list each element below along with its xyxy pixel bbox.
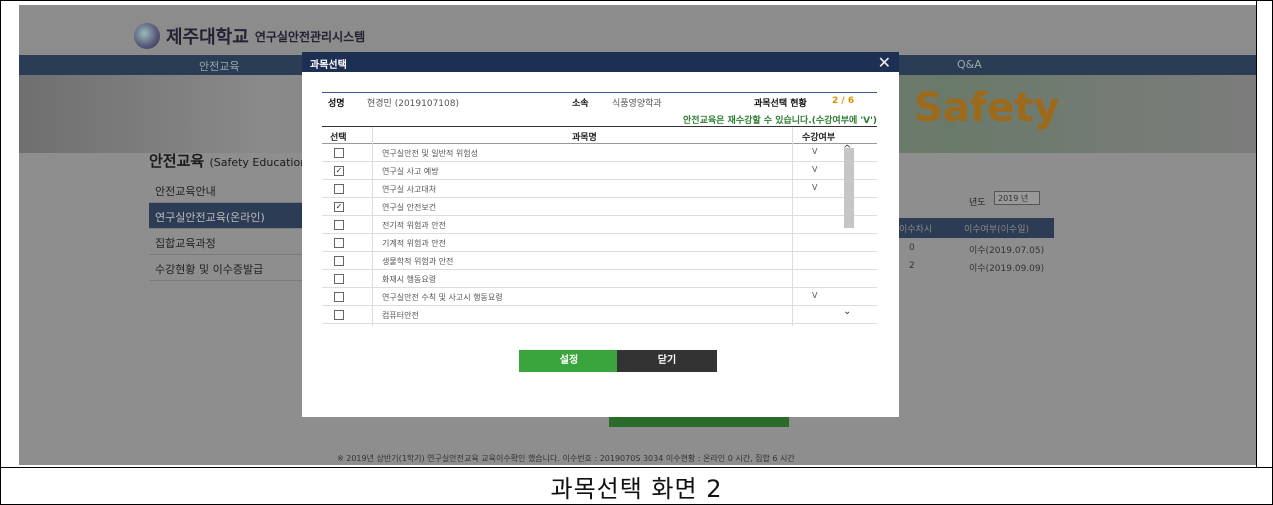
figure-caption: 과목선택 화면 2 [1, 467, 1272, 505]
course-name: 컴퓨터안전 [382, 311, 419, 320]
sidebar-item-online[interactable]: 연구실안전교육(온라인) [149, 203, 319, 229]
course-name: 연구실 안전보건 [382, 203, 437, 212]
course-name: 연구실 사고대처 [382, 185, 437, 194]
history-cell: 0 [909, 243, 915, 253]
course-checkbox[interactable] [334, 310, 344, 320]
name-value: 현경민 (2019107108) [367, 99, 459, 109]
course-name: 기계적 위험과 안전 [382, 239, 446, 248]
close-icon[interactable]: ✕ [878, 53, 891, 72]
history-cell: 이수(2019.07.05) [969, 246, 1045, 256]
student-info: 성명 현경민 (2019107108) 소속 식품영양학과 과목선택 현황 2 … [322, 92, 877, 109]
history-cell: 2 [909, 261, 915, 271]
course-row: 컴퓨터안전 [322, 306, 877, 324]
frame-divider [1256, 1, 1257, 467]
course-name: 전기적 위험과 안전 [382, 221, 446, 230]
course-table-scrollbar[interactable]: ^ ⌄ [842, 126, 856, 326]
university-emblem-icon [134, 23, 160, 49]
course-name: 연구실안전 및 일반적 위험성 [382, 149, 478, 158]
modal-title: 과목선택 [310, 60, 347, 71]
scroll-down-icon[interactable]: ⌄ [843, 306, 851, 317]
course-row: 연구실안전 및 일반적 위험성 V [322, 144, 877, 162]
course-taken: V [812, 147, 818, 156]
course-checkbox[interactable] [334, 292, 344, 302]
logo-text: 제주대학교 [166, 27, 249, 48]
document-frame: 제주대학교 연구실안전관리시스템 안전교육 Q&A Safety 안전교육 (S… [0, 0, 1273, 505]
course-taken: V [812, 183, 818, 192]
history-col-count: 이수차시 [899, 225, 933, 235]
nav-item-qna[interactable]: Q&A [957, 58, 982, 71]
course-row: 화재시 행동요령 [322, 270, 877, 288]
course-name: 연구실안전 수칙 및 사고시 행동요령 [382, 293, 503, 302]
history-cell: 이수(2019.09.09) [969, 264, 1045, 274]
course-row: 연구실안전 수칙 및 사고시 행동요령 V [322, 288, 877, 306]
course-row: ✓ 연구실 안전보건 [322, 198, 877, 216]
course-select-modal: 과목선택 ✕ 성명 현경민 (2019107108) 소속 식품영양학과 과목선… [302, 52, 899, 417]
banner-word: Safety [914, 85, 1060, 131]
dept-label: 소속 [572, 99, 589, 109]
course-row: 기계적 위험과 안전 [322, 234, 877, 252]
course-checkbox[interactable] [334, 256, 344, 266]
sidebar-title: 안전교육 (Safety Education) [149, 150, 311, 171]
screenshot: 제주대학교 연구실안전관리시스템 안전교육 Q&A Safety 안전교육 (S… [19, 5, 1256, 465]
course-checkbox[interactable] [334, 274, 344, 284]
footer-note: ※ 2019년 상반기(1학기) 연구실안전교육 교육이수확인 했습니다. 이수… [337, 454, 795, 463]
retake-notice: 안전교육은 재수강할 수 있습니다.(수강여부에 'V') [683, 116, 877, 126]
name-label: 성명 [328, 99, 345, 109]
course-checkbox[interactable]: ✓ [334, 202, 344, 212]
course-row: 연구실 사고대처 V [322, 180, 877, 198]
course-row: 전기적 위험과 안전 [322, 216, 877, 234]
scrollbar-thumb[interactable] [844, 148, 854, 228]
col-taken: 수강여부 [802, 133, 836, 143]
course-row: ✓ 연구실 사고 예방 V [322, 162, 877, 180]
course-name: 연구실 사고 예방 [382, 167, 439, 176]
course-row: 생물학적 위험과 안전 [322, 252, 877, 270]
selection-status-value: 2 / 6 [832, 96, 855, 106]
course-table: 선택 과목명 수강여부 연구실안전 및 일반적 위험성 V ✓ 연구실 사고 예… [322, 126, 877, 326]
course-checkbox[interactable] [334, 184, 344, 194]
sidebar-title-ko: 안전교육 [149, 152, 205, 170]
col-select: 선택 [330, 133, 347, 143]
site-logo[interactable]: 제주대학교 연구실안전관리시스템 [134, 23, 365, 49]
year-label: 년도 [969, 198, 986, 208]
close-button[interactable]: 닫기 [617, 350, 717, 372]
course-taken: V [812, 165, 818, 174]
course-checkbox[interactable]: ✓ [334, 166, 344, 176]
history-col-status: 이수여부(이수일) [964, 225, 1029, 235]
nav-item-safety-education[interactable]: 안전교육 [199, 58, 239, 74]
sidebar-item-group[interactable]: 집합교육과정 [149, 229, 319, 255]
course-taken: V [812, 291, 818, 300]
logo-subtitle: 연구실안전관리시스템 [254, 29, 366, 44]
course-checkbox[interactable] [334, 148, 344, 158]
selection-status-label: 과목선택 현황 [754, 99, 807, 109]
set-button[interactable]: 설정 [519, 350, 619, 372]
course-table-header: 선택 과목명 수강여부 [322, 127, 877, 144]
sidebar-item-intro[interactable]: 안전교육안내 [149, 177, 319, 203]
year-select[interactable]: 2019 년 [994, 191, 1040, 205]
sidebar-item-certificate[interactable]: 수강현황 및 이수증발급 [149, 255, 319, 281]
course-checkbox[interactable] [334, 238, 344, 248]
course-name: 생물학적 위험과 안전 [382, 257, 454, 266]
dept-value: 식품영양학과 [612, 99, 662, 109]
sidebar-title-en: (Safety Education) [209, 156, 312, 169]
course-checkbox[interactable] [334, 220, 344, 230]
col-course-name: 과목명 [572, 133, 597, 143]
course-name: 화재시 행동요령 [382, 275, 437, 284]
modal-header: 과목선택 ✕ [302, 52, 899, 72]
